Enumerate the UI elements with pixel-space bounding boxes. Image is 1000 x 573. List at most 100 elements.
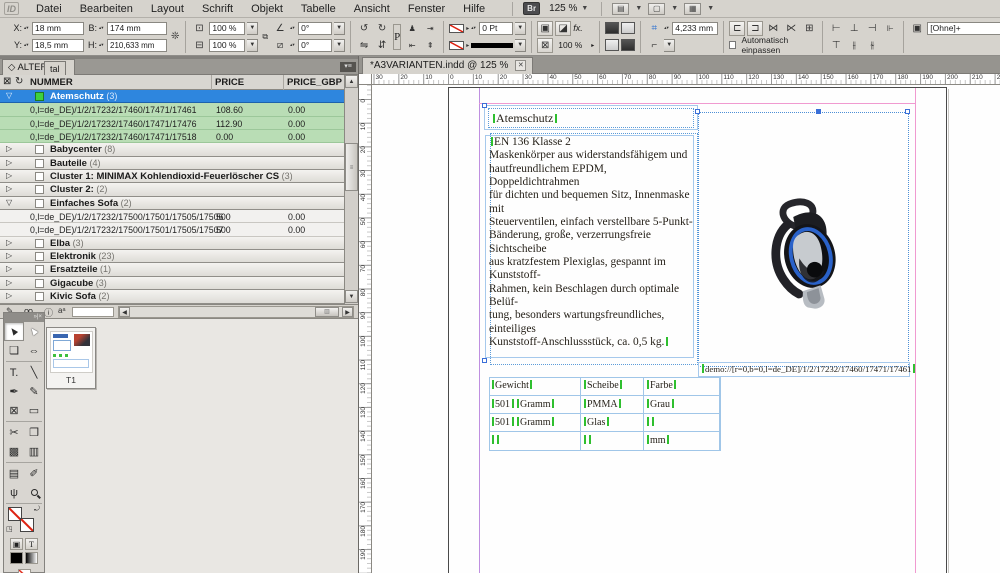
product-table[interactable]: GewichtScheibeFarbe501GrammPMMAGrau501Gr… (489, 377, 721, 451)
tree-group-row[interactable]: ▷Elba (3) (0, 237, 344, 250)
apply-gradient-icon[interactable] (25, 552, 38, 564)
table-cell[interactable]: Scheibe (581, 377, 644, 396)
align-left-icon[interactable]: ⊢ (828, 21, 844, 36)
autofit-checkbox[interactable] (729, 41, 736, 49)
arrange-documents-icon[interactable]: ▦ (684, 3, 701, 15)
rotate-ccw-icon[interactable]: ↺ (356, 21, 372, 36)
wrap-jump-icon[interactable] (621, 39, 635, 51)
right-margin-guide[interactable] (915, 88, 916, 573)
rotate-cw-icon[interactable]: ↻ (374, 21, 390, 36)
height-field[interactable]: 210,633 mm (107, 39, 167, 52)
flyout-arrow-icon[interactable]: ▸ (591, 42, 594, 49)
tree-group-row[interactable]: ▷Bauteile (4) (0, 157, 344, 170)
frame-corner-handle[interactable] (905, 109, 910, 114)
stepper-icon[interactable]: ▴▾ (471, 26, 477, 30)
table-cell[interactable] (489, 432, 581, 451)
opacity-value[interactable]: 100 % (555, 39, 589, 52)
template-item[interactable]: T1 (46, 327, 96, 389)
apply-color-icon[interactable] (10, 552, 23, 564)
row-checkbox[interactable] (35, 92, 44, 101)
distribute-v-icon[interactable]: ⫳ (864, 38, 880, 53)
wrap-bounding-icon[interactable] (621, 22, 635, 34)
scale-x-field[interactable]: 100 % (209, 22, 245, 35)
table-cell[interactable]: Glas (581, 414, 644, 432)
row-checkbox[interactable] (35, 159, 44, 168)
hand-tool[interactable]: ψ (4, 483, 24, 502)
scrollbar-thumb[interactable]: ≡ (345, 143, 358, 191)
row-checkbox[interactable] (35, 239, 44, 248)
stroke-style-swatch[interactable] (471, 43, 513, 48)
menu-datei[interactable]: Datei (27, 1, 71, 17)
vertical-scrollbar[interactable]: ▲ ≡ ▼ (344, 75, 358, 304)
gap-tool[interactable]: ⇔ (24, 341, 44, 360)
view-options-icon[interactable]: ▤ (612, 3, 629, 15)
flyout-arrow-icon[interactable]: ▸ (466, 25, 469, 32)
shear-field[interactable]: 0° (298, 39, 332, 52)
table-cell[interactable] (581, 432, 644, 451)
frame-tool[interactable]: ⊠ (4, 401, 24, 420)
menu-layout[interactable]: Layout (142, 1, 193, 17)
default-fill-stroke-icon[interactable]: ◳ (6, 525, 13, 533)
reference-text[interactable]: demo://[r=0,b=0,l=de_DE]/1/2/17232/17460… (700, 364, 916, 374)
horizontal-scrollbar[interactable]: ◀ ▥ ▶ (118, 306, 354, 318)
wrap-none-icon[interactable] (605, 22, 619, 34)
expand-toggle-icon[interactable]: ▷ (6, 184, 12, 193)
pen-tool[interactable]: ✒ (4, 382, 24, 401)
flip-horizontal-icon[interactable]: ⇋ (356, 38, 372, 53)
tools-palette-header[interactable]: »|× (4, 313, 44, 322)
table-cell[interactable]: 501Gramm (489, 396, 581, 414)
table-cell[interactable]: Gewicht (489, 377, 581, 396)
column-header-nummer[interactable]: NUMMER (30, 77, 73, 88)
apply-none-icon[interactable] (18, 569, 31, 573)
expand-toggle-icon[interactable]: ▷ (6, 264, 12, 273)
menu-ansicht[interactable]: Ansicht (345, 1, 399, 17)
expand-toggle-icon[interactable]: ▷ (6, 291, 12, 300)
frame-corner-handle[interactable] (695, 109, 700, 114)
tree-group-row[interactable]: ▷Elektronik (23) (0, 250, 344, 263)
template-thumbnail[interactable] (50, 331, 93, 373)
fill-color-none-swatch[interactable] (449, 41, 464, 50)
tree-group-row[interactable]: ▷Cluster 1: MINIMAX Kohlendioxid-Feuerlö… (0, 170, 344, 183)
shadow-icon[interactable]: ▣ (537, 21, 553, 36)
tree-group-row[interactable]: ▷Kivic Sofa (2) (0, 290, 344, 303)
frame-center-handle[interactable] (816, 109, 821, 114)
corner-style-icon[interactable]: ⌐ (646, 38, 662, 53)
chevron-down-icon[interactable]: ▼ (247, 22, 258, 35)
chevron-down-icon[interactable]: ▼ (515, 22, 526, 35)
zoom-tool[interactable] (24, 483, 44, 502)
title-text[interactable]: Atemschutz (491, 111, 558, 126)
fill-stroke-proxy[interactable]: ⤾ ◳ (4, 505, 44, 537)
scroll-down-icon[interactable]: ▼ (345, 290, 358, 303)
scissors-tool[interactable]: ✂ (4, 423, 24, 442)
tree-group-row[interactable]: ▽Einfaches Sofa (2) (0, 197, 344, 210)
table-cell[interactable]: mm (644, 432, 721, 451)
close-icon[interactable]: ✕ (515, 60, 526, 71)
table-cell[interactable]: 501Gramm (489, 414, 581, 432)
table-cell[interactable]: Grau (644, 396, 721, 414)
pencil-tool[interactable]: ✎ (24, 382, 44, 401)
tree-group-row[interactable]: ▷Babycenter (8) (0, 143, 344, 156)
object-style-dropdown[interactable]: [Ohne]+ (927, 22, 1000, 35)
chevron-down-icon[interactable]: ▼ (515, 39, 526, 52)
expand-toggle-icon[interactable]: ▷ (6, 158, 12, 167)
screen-mode-icon[interactable]: ▢ (648, 3, 665, 15)
left-margin-guide[interactable] (479, 88, 480, 573)
fit-content-icon[interactable]: ⊏ (729, 21, 745, 36)
x-position-field[interactable]: 18 mm (32, 22, 84, 35)
menu-fenster[interactable]: Fenster (399, 1, 454, 17)
align-right-icon[interactable]: ⊣ (864, 21, 880, 36)
menu-objekt[interactable]: Objekt (242, 1, 292, 17)
horizontal-ruler[interactable]: 3020100102030405060708090100110120130140… (372, 74, 1000, 85)
filter-field[interactable] (72, 307, 114, 317)
scale-y-field[interactable]: 100 % (209, 39, 245, 52)
row-checkbox[interactable] (35, 185, 44, 194)
stroke-weight-field[interactable]: 0 Pt (479, 22, 513, 35)
expand-toggle-icon[interactable]: ▽ (6, 91, 12, 100)
page-canvas[interactable]: Atemschutz EN 136 Klasse 2Maskenkörper a… (372, 85, 1000, 573)
frame-anchor-handle[interactable] (482, 358, 487, 363)
row-checkbox[interactable] (35, 145, 44, 154)
frame-anchor-handle[interactable] (482, 103, 487, 108)
row-checkbox[interactable] (35, 292, 44, 301)
wrap-object-icon[interactable] (605, 39, 619, 51)
vertical-ruler[interactable]: 0102030405060708090100110120130140150160… (359, 85, 372, 573)
